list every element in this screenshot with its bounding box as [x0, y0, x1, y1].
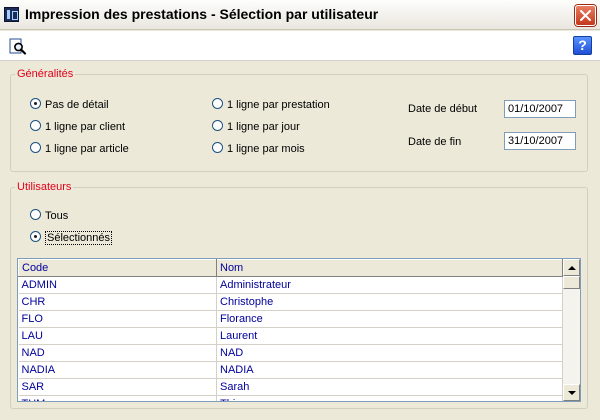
cell-name[interactable]: Christophe	[216, 293, 563, 311]
radio-selected-users[interactable]: Sélectionnés	[30, 231, 112, 245]
table-row[interactable]: CHR Christophe	[18, 293, 563, 311]
radio-dot[interactable]	[212, 120, 223, 131]
app-icon	[4, 7, 19, 22]
scroll-thumb[interactable]	[563, 276, 580, 289]
radio-label: 1 ligne par client	[45, 121, 126, 133]
start-date-input[interactable]	[504, 100, 576, 118]
print-preview-button[interactable]	[9, 38, 29, 56]
table-body: ADMIN Administrateur CHR Christophe FLO Flora…	[18, 276, 563, 401]
arrow-up-icon	[568, 266, 576, 270]
arrow-down-icon	[568, 391, 576, 395]
start-date-label: Date de début	[408, 103, 478, 115]
radio-dot[interactable]	[212, 142, 223, 153]
radio-label: 1 ligne par mois	[227, 143, 305, 155]
table-row[interactable]: THMThierry	[18, 395, 563, 401]
users-table-grid: Code Nom ADMIN Administrateur CHR Christoph…	[18, 259, 563, 401]
column-header-code[interactable]: Code	[18, 259, 217, 277]
users-legend: Utilisateurs	[17, 181, 72, 193]
column-header-name[interactable]: Nom	[216, 259, 563, 277]
radio-per-client[interactable]: 1 ligne par client	[30, 120, 125, 133]
users-table: Code Nom ADMIN Administrateur CHR Christoph…	[17, 258, 581, 402]
title-bar: Impression des prestations - Sélection p…	[0, 0, 600, 30]
radio-label: Sélectionnés	[45, 231, 112, 245]
cell-name[interactable]: NADIA	[216, 361, 563, 379]
cell-code[interactable]: SAR	[18, 378, 217, 396]
close-icon	[580, 10, 591, 21]
radio-per-day[interactable]: 1 ligne par jour	[212, 120, 300, 133]
radio-dot[interactable]	[30, 120, 41, 131]
cell-name[interactable]: Thierry	[216, 395, 563, 401]
table-row[interactable]: LAU Laurent	[18, 327, 563, 345]
cell-name[interactable]: Sarah	[216, 378, 563, 396]
help-button[interactable]: ?	[573, 36, 592, 55]
cell-code[interactable]: LAU	[18, 327, 217, 345]
radio-dot[interactable]	[30, 209, 41, 220]
dialog-window: Impression des prestations - Sélection p…	[0, 0, 600, 420]
table-row[interactable]: NAD NAD	[18, 344, 563, 362]
cell-name[interactable]: Laurent	[216, 327, 563, 345]
radio-label: 1 ligne par prestation	[227, 99, 330, 111]
end-date-label: Date de fin	[408, 136, 462, 148]
toolbar: ?	[0, 31, 600, 61]
radio-per-article[interactable]: 1 ligne par article	[30, 142, 129, 155]
table-row[interactable]: FLO Florance	[18, 310, 563, 328]
table-row[interactable]: ADMIN Administrateur	[18, 276, 563, 294]
radio-label: 1 ligne par article	[45, 143, 129, 155]
end-date-input[interactable]	[504, 132, 576, 150]
scroll-up-button[interactable]	[563, 259, 580, 276]
cell-code[interactable]: NAD	[18, 344, 217, 362]
cell-code[interactable]: FLO	[18, 310, 217, 328]
radio-dot[interactable]	[30, 98, 41, 109]
table-header: Code Nom	[18, 259, 563, 277]
radio-dot[interactable]	[212, 98, 223, 109]
cell-name[interactable]: Administrateur	[216, 276, 563, 294]
cell-name[interactable]: NAD	[216, 344, 563, 362]
vertical-scrollbar[interactable]	[563, 259, 580, 401]
radio-label: 1 ligne par jour	[227, 121, 300, 133]
cell-code[interactable]: ADMIN	[18, 276, 217, 294]
table-row[interactable]: NADIA NADIA	[18, 361, 563, 379]
cell-code[interactable]: NADIA	[18, 361, 217, 379]
general-legend: Généralités	[17, 68, 74, 80]
close-button[interactable]	[575, 5, 596, 26]
print-preview-icon	[9, 38, 27, 55]
radio-no-detail[interactable]: Pas de détail	[30, 98, 109, 111]
table-row[interactable]: SAR Sarah	[18, 378, 563, 396]
window-title: Impression des prestations - Sélection p…	[25, 6, 379, 22]
radio-per-month[interactable]: 1 ligne par mois	[212, 142, 305, 155]
radio-dot[interactable]	[30, 142, 41, 153]
radio-all-users[interactable]: Tous	[30, 209, 68, 222]
scroll-down-button[interactable]	[563, 384, 580, 401]
cell-code[interactable]: THM	[18, 395, 217, 401]
radio-label: Tous	[45, 210, 69, 222]
cell-name[interactable]: Florance	[216, 310, 563, 328]
radio-dot[interactable]	[30, 231, 41, 242]
radio-label: Pas de détail	[45, 99, 109, 111]
cell-code[interactable]: CHR	[18, 293, 217, 311]
radio-per-service[interactable]: 1 ligne par prestation	[212, 98, 330, 111]
